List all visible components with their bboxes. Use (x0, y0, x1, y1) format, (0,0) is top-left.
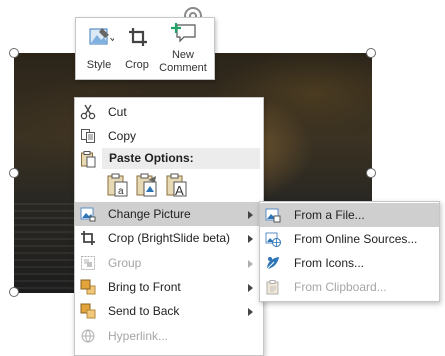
send-to-back-label: Send to Back (108, 304, 180, 318)
svg-text:a: a (118, 186, 124, 197)
style-label: Style (86, 59, 112, 71)
paste-keep-source-formatting-icon[interactable]: a (106, 172, 130, 198)
bring-to-front-label: Bring to Front (108, 280, 181, 294)
crop-brightslide-label: Crop (BrightSlide beta) (108, 231, 231, 245)
paste-options-header: Paste Options: (102, 148, 260, 169)
change-picture-submenu: From a File... From Online Sources... Fr… (259, 201, 440, 302)
menu-item-crop-brightslide[interactable]: Crop (BrightSlide beta) (75, 226, 263, 250)
change-picture-label: Change Picture (108, 207, 191, 221)
new-comment-button[interactable]: New Comment (156, 22, 210, 74)
menu-item-copy[interactable]: Copy (75, 124, 263, 148)
clipboard-icon (81, 151, 96, 168)
menu-item-hyperlink[interactable]: Hyperlink... (75, 324, 263, 348)
menu-item-cut[interactable]: Cut (75, 100, 263, 124)
from-icons-label: From Icons... (294, 256, 365, 270)
submenu-arrow-icon (248, 284, 253, 292)
crop-label: Crop (125, 59, 149, 71)
resize-handle-mid-right[interactable] (366, 168, 376, 178)
scissors-icon (80, 104, 96, 120)
online-pictures-icon (265, 232, 281, 247)
new-comment-label-line1: New (171, 49, 194, 61)
group-label: Group (108, 256, 142, 270)
submenu-arrow-icon (248, 308, 253, 316)
submenu-item-from-icons[interactable]: From Icons... (260, 251, 439, 275)
copy-label: Copy (108, 129, 137, 143)
resize-handle-bottom-left[interactable] (9, 287, 19, 297)
svg-text:A: A (175, 183, 184, 198)
cut-label: Cut (108, 105, 127, 119)
hyperlink-icon (81, 329, 95, 343)
menu-item-bring-to-front[interactable]: Bring to Front (75, 275, 263, 299)
submenu-arrow-icon (248, 235, 253, 243)
menu-item-change-picture[interactable]: Change Picture (75, 202, 263, 226)
picture-file-icon (265, 208, 281, 223)
submenu-item-from-clipboard[interactable]: From Clipboard... (260, 275, 439, 299)
from-online-label: From Online Sources... (294, 232, 418, 246)
context-menu: Cut Copy Paste Options: a A Change Pictu… (74, 97, 264, 356)
submenu-arrow-icon (248, 211, 253, 219)
send-to-back-icon (80, 303, 96, 319)
submenu-item-from-online[interactable]: From Online Sources... (260, 227, 439, 251)
style-button[interactable]: Style (80, 22, 118, 74)
from-clipboard-label: From Clipboard... (294, 280, 387, 294)
copy-icon (81, 129, 95, 143)
from-file-label: From a File... (294, 208, 365, 222)
mini-toolbar: Style Crop New Comment (75, 17, 215, 80)
picture-style-icon (89, 28, 114, 45)
submenu-item-from-file[interactable]: From a File... (260, 203, 439, 227)
paste-picture-icon[interactable] (135, 172, 159, 198)
submenu-arrow-icon (248, 260, 253, 268)
crop-icon (81, 231, 95, 245)
icons-icon (266, 257, 279, 270)
crop-button[interactable]: Crop (122, 22, 152, 74)
resize-handle-top-right[interactable] (366, 48, 376, 58)
new-comment-icon (171, 23, 196, 43)
group-icon (81, 256, 95, 270)
menu-item-send-to-back[interactable]: Send to Back (75, 299, 263, 323)
paste-options-label: Paste Options: (109, 151, 194, 165)
paste-text-only-icon[interactable]: A (165, 172, 189, 198)
resize-handle-mid-left[interactable] (9, 168, 19, 178)
new-comment-label-line2: Comment (159, 62, 207, 74)
hyperlink-label: Hyperlink... (108, 329, 169, 343)
crop-icon (129, 28, 147, 46)
change-picture-icon (80, 207, 96, 222)
clipboard-icon (266, 280, 279, 295)
bring-to-front-icon (80, 279, 96, 295)
resize-handle-top-left[interactable] (9, 48, 19, 58)
menu-item-group[interactable]: Group (75, 251, 263, 275)
